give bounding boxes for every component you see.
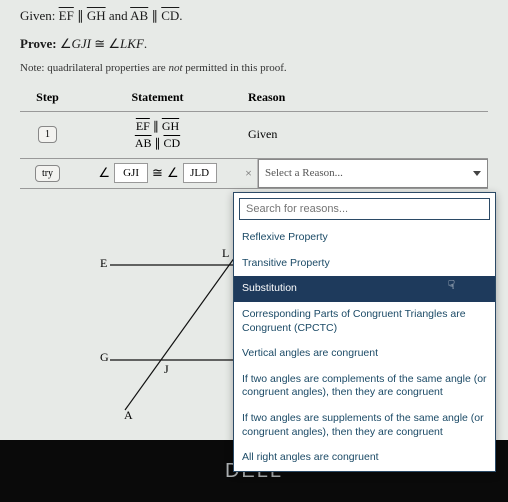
segment-gh: GH: [87, 8, 106, 23]
reason-option[interactable]: Corresponding Parts of Congruent Triangl…: [234, 302, 495, 341]
segment-ab: AB: [130, 8, 148, 23]
reason-dropdown[interactable]: Reflexive Property Transitive Property S…: [233, 192, 496, 472]
diagram-svg: [100, 250, 250, 430]
given-label: Given:: [20, 8, 55, 23]
table-row: try ∠ ≅ ∠ × Select a Reason...: [20, 159, 488, 189]
point-label-a: A: [124, 408, 133, 423]
congruent-symbol: ≅: [152, 165, 163, 181]
angle-symbol: ∠: [108, 36, 120, 51]
point-label-l: L: [222, 246, 229, 261]
given-line: Given: EF ∥ GH and AB ∥ CD.: [20, 8, 488, 24]
reason-select-wrap: × Select a Reason...: [240, 159, 488, 188]
reason-select[interactable]: Select a Reason...: [258, 159, 488, 188]
reason-option[interactable]: If two angles are complements of the sam…: [234, 367, 495, 406]
reason-select-placeholder: Select a Reason...: [265, 167, 343, 179]
angle-gji: GJI: [71, 36, 91, 51]
reason-option[interactable]: Reflexive Property: [234, 225, 495, 251]
note-not: not: [168, 62, 182, 74]
parallel-symbol: ∥: [155, 136, 161, 150]
col-head-step: Step: [20, 84, 75, 111]
angle-lkf: LKF: [120, 36, 144, 51]
note-line: Note: quadrilateral properties are not p…: [20, 62, 488, 74]
reason-option-highlighted[interactable]: Substitution ☟: [234, 276, 495, 302]
step-cell: 1: [20, 112, 75, 158]
note-prefix: Note: quadrilateral properties are: [20, 62, 168, 74]
step-cell: try: [20, 159, 75, 188]
table-row: 1 EF ∥ GH AB ∥ CD Given: [20, 112, 488, 159]
period: .: [179, 8, 182, 23]
angle-symbol: ∠: [98, 165, 110, 181]
and-word: and: [109, 8, 128, 23]
segment-ab: AB: [135, 136, 152, 150]
reason-option[interactable]: Transitive Property: [234, 251, 495, 277]
parallel-symbol: ∥: [77, 8, 84, 23]
period: .: [144, 36, 147, 51]
parallel-symbol: ∥: [153, 119, 159, 133]
close-icon: ×: [245, 166, 252, 181]
angle-input-1[interactable]: [114, 163, 148, 183]
col-head-reason: Reason: [240, 84, 488, 111]
reason-option[interactable]: If two angles are supplements of the sam…: [234, 406, 495, 445]
segment-gh: GH: [162, 119, 179, 133]
prove-line: Prove: ∠GJI ≅ ∠LKF.: [20, 36, 488, 52]
angle-symbol: ∠: [60, 36, 72, 51]
reason-search-input[interactable]: [239, 198, 490, 220]
prove-label: Prove:: [20, 36, 57, 51]
segment-cd: CD: [164, 136, 181, 150]
reason-option-list: Reflexive Property Transitive Property S…: [234, 225, 495, 471]
congruent-symbol: ≅: [94, 36, 105, 51]
proof-table: Step Statement Reason 1 EF ∥ GH AB ∥ CD …: [20, 84, 488, 189]
statement-cell: EF ∥ GH AB ∥ CD: [75, 112, 240, 158]
step-try-badge: try: [35, 165, 60, 182]
table-header-row: Step Statement Reason: [20, 84, 488, 112]
point-label-g: G: [100, 350, 109, 365]
parallel-symbol: ∥: [151, 8, 158, 23]
clear-row-button[interactable]: ×: [240, 159, 258, 188]
reason-option[interactable]: All right angles are congruent: [234, 445, 495, 471]
chevron-down-icon: [473, 171, 481, 176]
angle-symbol: ∠: [167, 165, 179, 181]
step-number-badge: 1: [38, 126, 57, 143]
point-label-j: J: [164, 362, 169, 377]
segment-cd: CD: [161, 8, 179, 23]
reason-cell: Given: [240, 112, 488, 158]
reason-option-label: Substitution: [242, 282, 297, 294]
angle-input-2[interactable]: [183, 163, 217, 183]
pointer-cursor-icon: ☟: [448, 278, 455, 294]
reason-option[interactable]: Vertical angles are congruent: [234, 341, 495, 367]
segment-ef: EF: [59, 8, 74, 23]
geometry-diagram: E L G J A: [100, 250, 250, 430]
col-head-statement: Statement: [75, 84, 240, 111]
note-suffix: permitted in this proof.: [183, 62, 287, 74]
point-label-e: E: [100, 256, 107, 271]
segment-ef: EF: [136, 119, 150, 133]
statement-edit-cell: ∠ ≅ ∠: [75, 159, 240, 188]
